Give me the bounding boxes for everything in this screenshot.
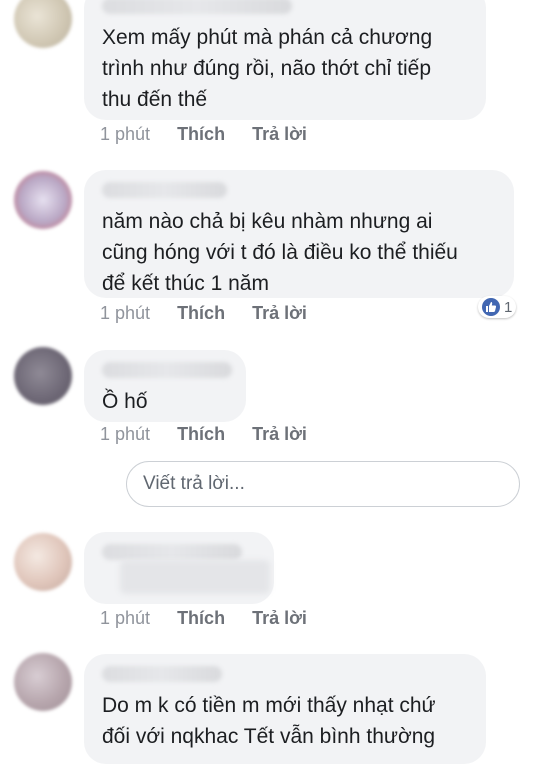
reply-link[interactable]: Trả lời <box>252 424 307 444</box>
like-link[interactable]: Thích <box>177 608 225 628</box>
commenter-name-blurred[interactable] <box>102 182 227 198</box>
like-link[interactable]: Thích <box>177 124 225 144</box>
commenter-name-blurred[interactable] <box>102 544 242 560</box>
commenter-name-blurred[interactable] <box>102 0 292 14</box>
comment-text: Xem mấy phút mà phán cả chương trình như… <box>102 26 433 111</box>
avatar[interactable] <box>14 0 72 48</box>
comment-text: năm nào chả bị kêu nhàm nhưng ai cũng hó… <box>102 210 458 295</box>
avatar[interactable] <box>14 533 72 591</box>
comment-actions: 1 phút Thích Trả lời <box>100 424 329 445</box>
reaction-summary[interactable]: 1 <box>478 296 517 318</box>
avatar[interactable] <box>14 653 72 711</box>
like-link[interactable]: Thích <box>177 303 225 323</box>
comment-time: 1 phút <box>100 608 151 628</box>
reply-link[interactable]: Trả lời <box>252 303 307 323</box>
commenter-name-blurred[interactable] <box>102 666 222 682</box>
like-link[interactable]: Thích <box>177 424 225 444</box>
avatar[interactable] <box>14 347 72 405</box>
like-reaction-icon <box>482 298 500 316</box>
blurred-content <box>120 560 270 594</box>
comment-text: Ồ hố <box>102 390 148 413</box>
reaction-count: 1 <box>504 298 513 316</box>
comment-actions: 1 phút Thích Trả lời <box>100 124 329 145</box>
comment-bubble: năm nào chả bị kêu nhàm nhưng ai cũng hó… <box>84 170 514 298</box>
comment-time: 1 phút <box>100 303 151 323</box>
comment-time: 1 phút <box>100 124 151 144</box>
comment-bubble: Xem mấy phút mà phán cả chương trình như… <box>84 0 486 120</box>
comment-bubble: Ồ hố <box>84 350 246 422</box>
comment-actions: 1 phút Thích Trả lời <box>100 303 329 324</box>
comment-bubble: Do m k có tiền m mới thấy nhạt chứ đối v… <box>84 654 486 764</box>
comment-actions: 1 phút Thích Trả lời <box>100 608 329 629</box>
avatar[interactable] <box>14 171 72 229</box>
reply-link[interactable]: Trả lời <box>252 124 307 144</box>
comment-time: 1 phút <box>100 424 151 444</box>
reply-input-placeholder: Viết trả lời... <box>143 473 245 494</box>
commenter-name-blurred[interactable] <box>102 362 232 378</box>
reply-input[interactable]: Viết trả lời... <box>126 461 520 507</box>
comment-text: Do m k có tiền m mới thấy nhạt chứ đối v… <box>102 694 436 748</box>
reply-link[interactable]: Trả lời <box>252 608 307 628</box>
